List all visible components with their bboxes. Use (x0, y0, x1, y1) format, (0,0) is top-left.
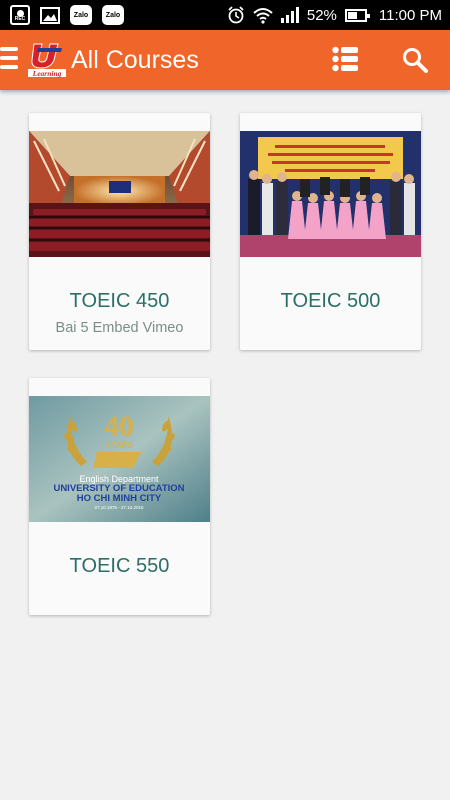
svg-text:HO CHI MINH CITY: HO CHI MINH CITY (77, 493, 162, 504)
battery-percent: 52% (306, 6, 337, 24)
status-bar: REC Zalo Zalo 52% 11:00 PM (0, 0, 450, 30)
course-thumbnail: 40 YEARS English Department UNIVERSITY O… (29, 396, 210, 522)
svg-text:Learning: Learning (32, 69, 62, 78)
app-logo: Learning (28, 42, 66, 78)
svg-text:27.10.1976 - 27.10.2016: 27.10.1976 - 27.10.2016 (94, 505, 144, 510)
course-subtitle: Bai 5 Embed Vimeo (55, 320, 184, 336)
svg-text:40: 40 (104, 410, 134, 443)
course-thumbnail (29, 131, 210, 257)
hamburger-menu-icon[interactable] (0, 47, 18, 73)
notification-icons: REC Zalo Zalo (10, 5, 124, 25)
app-bar: Learning All Courses (0, 30, 450, 90)
course-title: TOEIC 550 (69, 555, 170, 577)
page-title: All Courses (71, 46, 199, 74)
course-card[interactable]: 40 YEARS English Department UNIVERSITY O… (29, 378, 210, 615)
list-view-icon[interactable] (332, 46, 358, 72)
course-title: TOEIC 450 (69, 290, 170, 312)
rec-icon: REC (10, 5, 30, 25)
wifi-icon (253, 7, 273, 24)
zalo-icon: Zalo (70, 5, 92, 25)
svg-text:YEARS: YEARS (105, 441, 133, 450)
course-card[interactable]: TOEIC 500 (240, 113, 421, 350)
course-card[interactable]: TOEIC 450 Bai 5 Embed Vimeo (29, 113, 210, 350)
image-icon (40, 6, 60, 24)
alarm-icon (227, 6, 245, 24)
zalo-icon: Zalo (102, 5, 124, 25)
signal-icon (280, 7, 299, 23)
system-icons: 52% 11:00 PM (227, 6, 442, 24)
battery-icon (344, 8, 370, 22)
search-icon[interactable] (402, 47, 428, 73)
course-thumbnail (240, 131, 421, 257)
course-title: TOEIC 500 (280, 290, 381, 312)
clock: 11:00 PM (378, 6, 442, 24)
